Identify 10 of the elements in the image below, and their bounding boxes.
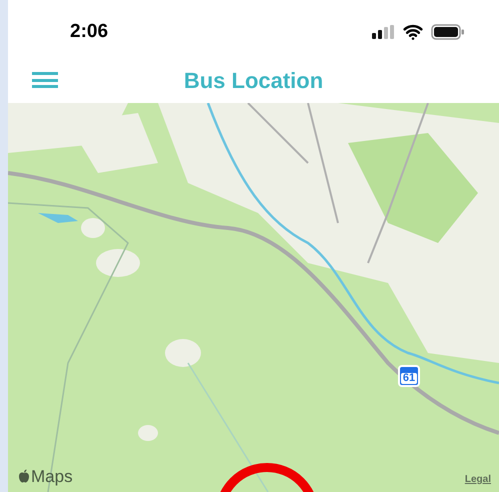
battery-icon: [431, 24, 465, 40]
status-time: 2:06: [70, 20, 108, 44]
legal-link[interactable]: Legal: [464, 472, 491, 487]
wifi-icon: [403, 22, 423, 42]
signal-icon: [371, 25, 395, 39]
apple-logo-icon: [18, 469, 30, 484]
page-title: Bus Location: [184, 67, 324, 95]
route-shield: 61: [398, 365, 420, 387]
maps-attribution: Maps: [31, 466, 73, 488]
menu-button[interactable]: [32, 70, 58, 90]
